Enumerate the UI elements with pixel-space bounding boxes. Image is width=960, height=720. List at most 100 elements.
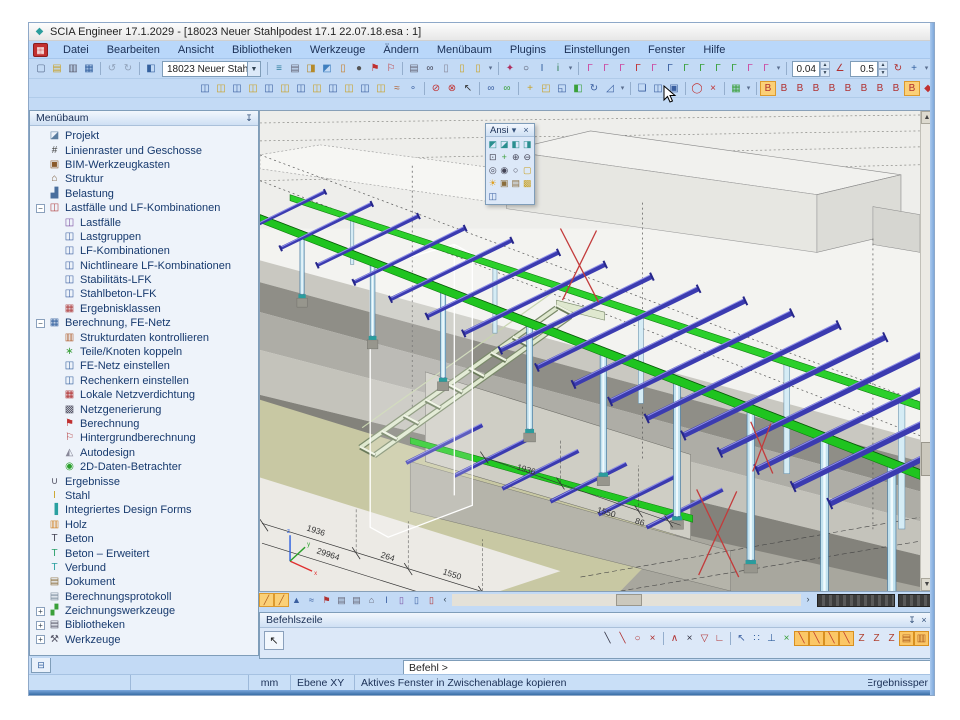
close-icon[interactable]: × (918, 615, 930, 625)
delete-red-icon[interactable]: × (705, 81, 721, 96)
load-panel-6-icon[interactable]: B (840, 81, 856, 96)
cursor-snap-icon[interactable]: ↖ (734, 631, 749, 646)
tree-expand-toggle[interactable]: − (36, 319, 45, 328)
load-panel-5-icon[interactable]: B (824, 81, 840, 96)
weld-icon[interactable]: ≈ (389, 81, 405, 96)
snap-intersection-icon[interactable]: × (682, 631, 697, 646)
tree-item[interactable]: + ⚒ Werkzeuge (32, 633, 258, 647)
menu-item[interactable]: Einstellungen (555, 43, 639, 57)
close-project-icon[interactable]: ▥ (65, 61, 81, 76)
snap-edge-4-icon[interactable]: ╲ (839, 631, 854, 646)
command-line-tab[interactable]: ⊟ (31, 658, 51, 673)
connect-nodes-9-icon[interactable]: ◫ (325, 81, 341, 96)
snap-angle-value[interactable]: 0.04 (792, 61, 820, 77)
tree-item[interactable]: T Beton (32, 532, 258, 546)
view-y-icon[interactable]: ◪ (499, 138, 511, 151)
snap-edge-2-icon[interactable]: ╲ (809, 631, 824, 646)
mirror-icon[interactable]: ◧ (570, 81, 586, 96)
tree-item[interactable]: ▣ BIM-Werkzeugkasten (32, 158, 258, 172)
document-export-icon[interactable]: ▯ (470, 61, 486, 76)
document-red-icon[interactable]: ▯ (424, 593, 439, 607)
project-selector-dropdown-icon[interactable]: ▼ (248, 61, 261, 77)
render-mode-icon[interactable]: ▩ (522, 177, 534, 190)
draw-pen-2-icon[interactable]: ╱ (274, 593, 289, 607)
status-plane[interactable]: Ebene XY (291, 675, 355, 690)
tree-item[interactable]: ◫ Nichtlineare LF-Kombinationen (32, 259, 258, 273)
tree-item[interactable]: ⚑ Berechnung (32, 417, 258, 431)
tree-item[interactable]: ◫ Lastgruppen (32, 230, 258, 244)
tree-item[interactable]: − ▦ Berechnung, FE-Netz (32, 316, 258, 330)
status-unit[interactable]: mm (249, 675, 291, 690)
status-results[interactable]: Ergebnissper (868, 675, 934, 690)
document-purple-icon[interactable]: ▯ (394, 593, 409, 607)
scale-stepper[interactable]: ▲▼ (878, 61, 888, 77)
binocular-green-icon[interactable]: ∞ (499, 81, 515, 96)
tree-item[interactable]: ◫ Stabilitäts-LFK (32, 273, 258, 287)
wall-view-2-icon[interactable]: ▤ (349, 593, 364, 607)
tree-item[interactable]: ◫ Rechenkern einstellen (32, 374, 258, 388)
zoom-window-icon[interactable]: ⊡ (487, 151, 499, 164)
dot-grid-icon[interactable]: ∷ (749, 631, 764, 646)
red-ellipse-icon[interactable]: ◯ (689, 81, 705, 96)
beam-red-icon[interactable]: Γ (630, 61, 646, 76)
roof-view-icon[interactable]: ⌂ (364, 593, 379, 607)
connect-nodes-6-icon[interactable]: ◫ (277, 81, 293, 96)
menu-item[interactable]: Fenster (639, 43, 694, 57)
connect-nodes-1-icon[interactable]: ◫ (197, 81, 213, 96)
beam-blue-icon[interactable]: Γ (662, 61, 678, 76)
tile-windows-icon[interactable]: ◫ (650, 81, 666, 96)
light-icon[interactable]: ☀ (487, 177, 499, 190)
rotation-icon[interactable]: ↻ (890, 61, 906, 76)
zoom-all-icon[interactable]: ◎ (487, 164, 499, 177)
beam-green-1-icon[interactable]: Γ (678, 61, 694, 76)
connect-nodes-12-icon[interactable]: ◫ (373, 81, 389, 96)
hidden-calculation-icon[interactable]: ⚐ (383, 61, 399, 76)
beam-pink-1-icon[interactable]: Γ (582, 61, 598, 76)
wireframe-icon[interactable]: ◫ (487, 190, 499, 203)
layer-filter-icon[interactable]: ▲ (289, 593, 304, 607)
load-flag-icon[interactable]: ⚑ (319, 593, 334, 607)
project-selector-value[interactable]: 18023 Neuer Stahl (162, 61, 248, 77)
tree-item[interactable]: ◭ Autodesign (32, 446, 258, 460)
snap-orthogonal-icon[interactable]: ∟ (712, 631, 727, 646)
document-blue-icon[interactable]: ▯ (409, 593, 424, 607)
tree-item[interactable]: T Beton – Erweitert (32, 546, 258, 560)
tree-item[interactable]: ⚐ Hintergrundberechnung (32, 431, 258, 445)
snap-edge-3-icon[interactable]: ╲ (824, 631, 839, 646)
overflow-icon[interactable]: ▾ (618, 81, 627, 96)
draw-pen-1-icon[interactable]: ╱ (259, 593, 274, 607)
tree-item[interactable]: + ▤ Bibliotheken (32, 618, 258, 632)
tree-item[interactable]: ⌂ Struktur (32, 172, 258, 186)
activity-icon[interactable]: ✦ (502, 61, 518, 76)
beam-pink-5-icon[interactable]: Γ (742, 61, 758, 76)
tree-item[interactable]: ◫ LF-Kombinationen (32, 244, 258, 258)
tree-item[interactable]: ▟ Belastung (32, 187, 258, 201)
view-palette-header[interactable]: Ansi... ▾ × (486, 124, 534, 137)
image-export-icon[interactable]: ◩ (319, 61, 335, 76)
tree-item[interactable]: ▦ Ergebnisklassen (32, 302, 258, 316)
snap-delete-icon[interactable]: × (645, 631, 660, 646)
tree-item[interactable]: I Stahl (32, 489, 258, 503)
select-arrow-icon[interactable]: ↖ (460, 81, 476, 96)
tree-expand-toggle[interactable]: + (36, 607, 45, 616)
load-panel-4-icon[interactable]: B (808, 81, 824, 96)
snap-midpoint-icon[interactable]: ▽ (697, 631, 712, 646)
tree-expand-toggle[interactable]: + (36, 621, 45, 630)
tree-item[interactable]: ◫ FE-Netz einstellen (32, 359, 258, 373)
snap-toggle-icon[interactable]: × (779, 631, 794, 646)
beam-green-4-icon[interactable]: Γ (726, 61, 742, 76)
delete-constraint-icon[interactable]: ⊗ (444, 81, 460, 96)
disconnect-icon[interactable]: ⊘ (428, 81, 444, 96)
snap-arc-1-icon[interactable]: Z (854, 631, 869, 646)
horizontal-scrollbar-thumb[interactable] (616, 594, 642, 606)
beam-pink-6-icon[interactable]: Γ (758, 61, 774, 76)
menu-item[interactable]: Menübaum (428, 43, 501, 57)
selection-cursor-button[interactable]: ↖ (264, 631, 284, 650)
tree-item[interactable]: ◫ Stahlbeton-LFK (32, 287, 258, 301)
scroll-right-icon[interactable]: › (802, 593, 814, 607)
beam-pink-3-icon[interactable]: Γ (614, 61, 630, 76)
tree-item[interactable]: ∗ Teile/Knoten koppeln (32, 345, 258, 359)
line-grid-icon[interactable]: ⊥ (764, 631, 779, 646)
connect-nodes-7-icon[interactable]: ◫ (293, 81, 309, 96)
menu-item[interactable]: Datei (54, 43, 98, 57)
